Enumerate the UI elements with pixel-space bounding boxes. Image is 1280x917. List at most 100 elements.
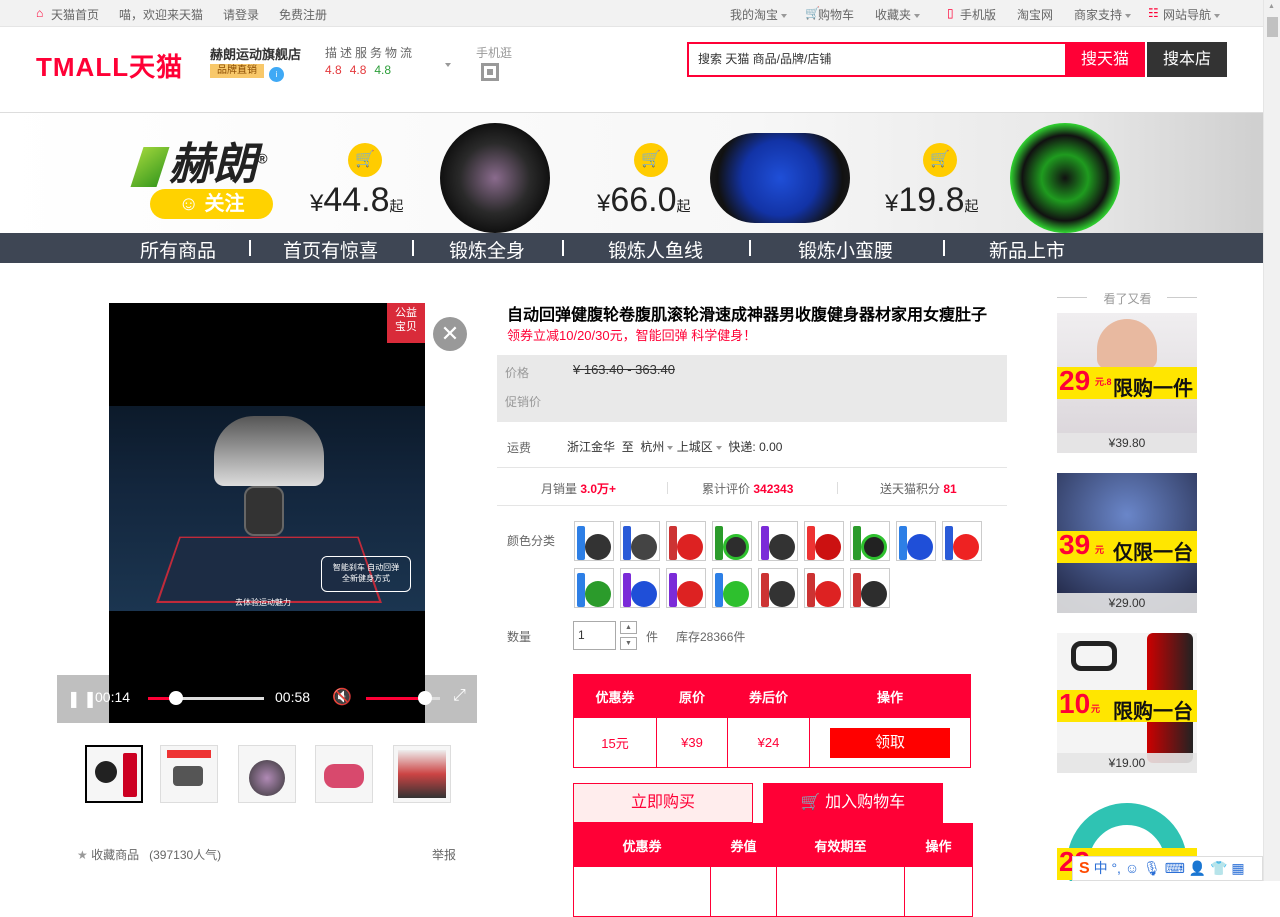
nav-mermaid-line[interactable]: 锻炼人鱼线: [608, 236, 703, 263]
merchant-menu[interactable]: 商家支持: [1074, 6, 1132, 23]
dsr-title: 描述服务物流: [325, 46, 416, 60]
report-link[interactable]: 举报: [432, 846, 456, 863]
scroll-up-icon[interactable]: ▲: [1268, 3, 1275, 10]
shipping-city-select[interactable]: 杭州: [640, 440, 664, 454]
gallery-thumb-1[interactable]: [85, 745, 143, 803]
nav-waist[interactable]: 锻炼小蛮腰: [798, 236, 893, 263]
duration-time: 00:58: [275, 689, 311, 705]
color-option[interactable]: [712, 521, 752, 561]
sogou-logo-icon[interactable]: S: [1079, 860, 1090, 877]
favorite-product[interactable]: ★ 收藏商品 (397130人气): [77, 846, 221, 863]
claim-coupon-button[interactable]: 领取: [830, 727, 950, 758]
tmall-logo[interactable]: TMALL天猫: [36, 47, 183, 84]
color-option[interactable]: [758, 568, 798, 608]
merchant-label: 商家支持: [1074, 8, 1123, 22]
taobao-link[interactable]: 淘宝网: [1017, 6, 1053, 23]
quantity-increase-icon[interactable]: ▲: [620, 621, 637, 634]
close-icon[interactable]: ✕: [433, 317, 467, 351]
my-taobao-menu[interactable]: 我的淘宝: [730, 6, 788, 23]
banner-price-3[interactable]: ¥19.8起: [885, 181, 979, 220]
rail-item-1[interactable]: 29 元.8 限购一件: [1057, 313, 1197, 453]
color-option[interactable]: [574, 568, 614, 608]
gallery-thumb-4[interactable]: [315, 745, 373, 803]
product-video-player[interactable]: 智能刹车 自动回弹 全新健身方式 去体验运动魅力 公益宝贝 ✕ ❚❚ 00:14…: [57, 303, 477, 723]
gallery-thumb-2[interactable]: [160, 745, 218, 803]
color-option[interactable]: [620, 521, 660, 561]
home-icon[interactable]: ⌂: [36, 6, 43, 20]
buy-now-button[interactable]: 立即购买: [573, 783, 753, 823]
color-option[interactable]: [850, 568, 890, 608]
banner-price-1[interactable]: ¥44.8起: [310, 181, 404, 220]
chevron-down-icon: [667, 445, 674, 450]
volume-handle[interactable]: [418, 691, 433, 705]
info-icon[interactable]: i: [269, 67, 284, 82]
cart-icon[interactable]: 🛒: [348, 143, 382, 177]
brand-logo[interactable]: 赫朗®: [130, 128, 267, 192]
cart-icon[interactable]: 🛒: [634, 143, 668, 177]
ab-wheel-image-1[interactable]: [440, 123, 550, 233]
nav-full-body[interactable]: 锻炼全身: [449, 236, 525, 263]
cart-icon: 🛒: [800, 794, 821, 811]
coupon-table-header: 优惠券 原价 券后价 操作: [573, 674, 971, 718]
gallery-thumb-5[interactable]: [393, 745, 451, 803]
mute-icon[interactable]: 🔇: [332, 687, 352, 707]
color-option[interactable]: [896, 521, 936, 561]
scrollbar-thumb[interactable]: [1267, 17, 1278, 37]
color-option[interactable]: [758, 521, 798, 561]
page-scrollbar[interactable]: ▲: [1263, 0, 1280, 881]
action-cell: 领取: [809, 717, 971, 768]
nav-all-products[interactable]: 所有商品: [140, 236, 216, 263]
color-option[interactable]: [942, 521, 982, 561]
color-option[interactable]: [620, 568, 660, 608]
quantity-decrease-icon[interactable]: ▼: [620, 637, 637, 650]
shop-name[interactable]: 赫朗运动旗舰店: [210, 44, 301, 63]
volume-fill: [366, 697, 426, 700]
favorites-menu[interactable]: 收藏夹: [875, 6, 921, 23]
add-to-cart-button[interactable]: 🛒 加入购物车: [763, 783, 943, 823]
ime-status[interactable]: 中 °, ☺ 🎙 ⌨ 👤 👕 ▦: [1094, 860, 1245, 876]
dsr-chevron-icon[interactable]: [442, 57, 451, 71]
nav-new-arrivals[interactable]: 新品上市: [989, 236, 1065, 263]
divider: [497, 505, 1007, 506]
fullscreen-icon[interactable]: ⤢: [453, 687, 466, 705]
nav-homepage-surprise[interactable]: 首页有惊喜: [283, 236, 378, 263]
color-option[interactable]: [666, 521, 706, 561]
cart-icon[interactable]: 🛒: [923, 143, 957, 177]
ime-toolbar[interactable]: S 中 °, ☺ 🎙 ⌨ 👤 👕 ▦: [1072, 856, 1263, 881]
color-option[interactable]: [666, 568, 706, 608]
register-link[interactable]: 免费注册: [279, 6, 327, 23]
rail-promo: 29 元.8 限购一件: [1057, 365, 1197, 400]
ab-wheel-image-2[interactable]: [710, 133, 850, 223]
nav-divider: [412, 240, 414, 256]
color-option[interactable]: [574, 521, 614, 561]
search-input[interactable]: 搜索 天猫 商品/品牌/店铺: [689, 44, 1065, 75]
search-tmall-button[interactable]: 搜天猫: [1065, 42, 1145, 77]
rail-item-3[interactable]: 10 元 限购一台: [1057, 633, 1197, 773]
cart-link[interactable]: 购物车: [818, 6, 854, 23]
coupon-list-header: 优惠券 券值 有效期至 操作: [573, 823, 973, 867]
chevron-down-icon: [914, 13, 921, 18]
total-reviews[interactable]: 累计评价 342343: [702, 480, 793, 497]
ab-wheel-image-3[interactable]: [1010, 123, 1120, 233]
banner-price-2[interactable]: ¥66.0起: [597, 181, 691, 220]
site-nav-menu[interactable]: 网站导航: [1163, 6, 1221, 23]
rail-item-2[interactable]: 39 元仅限一台: [1057, 473, 1197, 613]
color-option[interactable]: [712, 568, 752, 608]
points-value: 81: [943, 482, 957, 496]
color-option[interactable]: [804, 568, 844, 608]
login-link[interactable]: 请登录: [223, 6, 259, 23]
points-label: 送天猫积分: [880, 482, 941, 496]
quantity-input[interactable]: 1: [573, 621, 616, 650]
tmall-home-link[interactable]: 天猫首页: [51, 6, 99, 23]
video-caption-3: 去体验运动魅力: [235, 598, 291, 607]
shipping-district-select[interactable]: 上城区: [677, 440, 713, 454]
follow-button[interactable]: ☺ 关注: [150, 189, 273, 219]
gallery-thumb-3[interactable]: [238, 745, 296, 803]
search-store-button[interactable]: 搜本店: [1147, 42, 1227, 77]
color-option[interactable]: [850, 521, 890, 561]
progress-handle[interactable]: [168, 691, 183, 705]
color-option[interactable]: [804, 521, 844, 561]
qr-code-icon[interactable]: [481, 63, 499, 81]
mobile-link[interactable]: 手机版: [960, 6, 996, 23]
monthly-sales-value: 3.0万+: [580, 482, 617, 496]
